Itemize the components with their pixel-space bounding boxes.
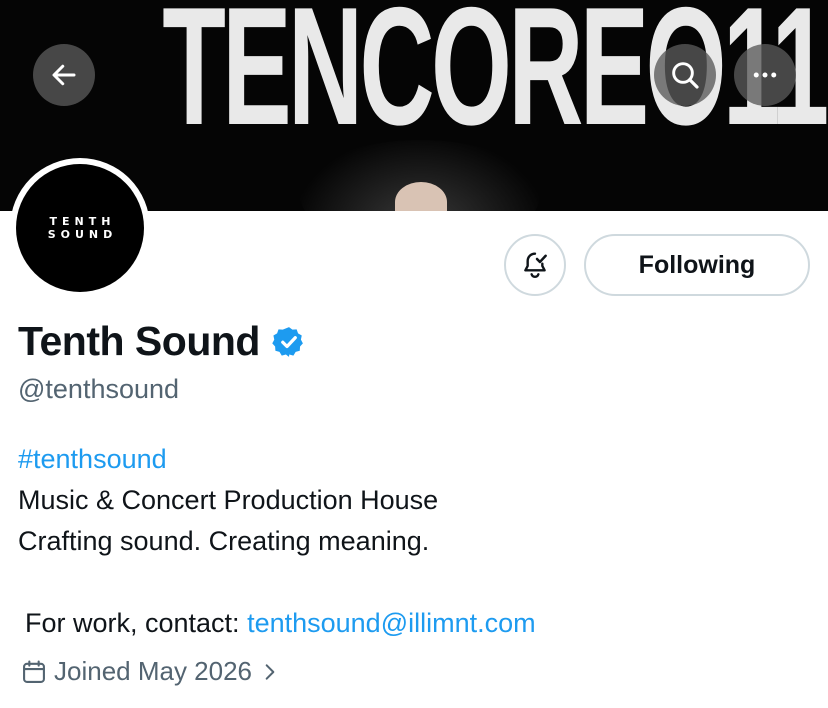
- display-name: Tenth Sound: [18, 318, 260, 364]
- banner-text: TENCOREO110: [162, 0, 828, 160]
- following-button[interactable]: Following: [584, 234, 810, 296]
- calendar-icon: [23, 659, 45, 683]
- contact-email-link[interactable]: tenthsound@illimnt.com: [247, 608, 536, 638]
- back-button[interactable]: [33, 44, 95, 106]
- verified-badge-icon[interactable]: [272, 325, 306, 359]
- arrow-left-icon: [52, 64, 76, 86]
- bio-line-1: Music & Concert Production House: [18, 485, 439, 515]
- user-handle: @tenthsound: [18, 374, 180, 404]
- bell-check-icon: [524, 252, 547, 279]
- joined-date-row[interactable]: Joined May 2026: [20, 656, 280, 687]
- more-button[interactable]: [734, 44, 796, 106]
- search-button[interactable]: [654, 44, 716, 106]
- avatar-frame[interactable]: TENTH SOUND: [10, 158, 150, 298]
- notifications-button[interactable]: [504, 234, 566, 296]
- chevron-right-icon: [265, 663, 275, 680]
- contact-prefix: For work, contact:: [25, 608, 248, 638]
- bio-hashtag-link[interactable]: #tenthsound: [18, 442, 167, 476]
- bio-line-2: Crafting sound. Creating meaning.: [18, 526, 430, 556]
- more-horizontal-icon: [753, 72, 777, 78]
- avatar[interactable]: TENTH SOUND: [16, 164, 144, 292]
- search-icon: [672, 62, 699, 89]
- bio-contact: For work, contact: tenthsound@illimnt.co…: [25, 606, 536, 640]
- name-row: Tenth Sound: [18, 318, 306, 365]
- avatar-text-line2: SOUND: [47, 228, 118, 241]
- avatar-text-line1: TENTH: [49, 215, 116, 228]
- joined-date: Joined May 2026: [54, 656, 253, 686]
